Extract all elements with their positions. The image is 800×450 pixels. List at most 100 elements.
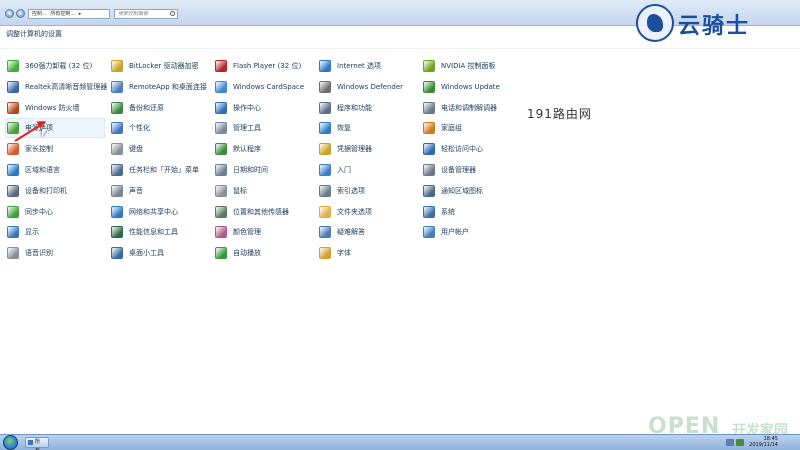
control-panel-item-label: 性能信息和工具 [129, 228, 178, 237]
address-segment[interactable]: 所有控制... [50, 11, 75, 17]
taskbar-window-button[interactable]: 所有... [25, 437, 49, 450]
control-panel-item[interactable]: 家庭组 [422, 119, 522, 137]
control-panel-item[interactable]: Realtek高清晰音频管理器 [6, 78, 108, 96]
control-panel-item[interactable]: 网络和共享中心 [110, 203, 210, 221]
backup-icon [111, 101, 123, 114]
control-panel-item[interactable]: 区域和语言 [6, 161, 106, 179]
control-panel-item-label: Realtek高清晰音频管理器 [25, 82, 108, 91]
troubleshoot-icon [319, 226, 331, 239]
control-panel-item-label: 键盘 [129, 145, 143, 154]
control-panel-item[interactable]: Windows CardSpace [214, 78, 314, 96]
control-panel-item-label: Windows 防火墙 [25, 103, 80, 112]
control-panel-item[interactable]: 通知区域图标 [422, 182, 522, 200]
control-panel-item[interactable]: 同步中心 [6, 203, 106, 221]
control-panel-item[interactable]: Internet 选项 [318, 57, 418, 75]
control-panel-item[interactable]: 显示 [6, 223, 106, 241]
mouse-icon [215, 184, 227, 197]
address-segment[interactable]: 控制... [32, 11, 47, 17]
forward-icon[interactable]: ▸ [16, 9, 25, 18]
page-title: 调整计算机的设置 [6, 30, 62, 38]
site-watermark: 191路由网 [527, 107, 592, 121]
personalize-icon [111, 122, 123, 135]
credential-icon [319, 143, 331, 156]
control-panel-item[interactable]: 日期和时间 [214, 161, 314, 179]
recovery-icon [319, 122, 331, 135]
address-bar[interactable]: 控制... 所有控制... ▸ [28, 9, 110, 19]
control-panel-item[interactable]: 操作中心 [214, 99, 314, 117]
index-icon [319, 184, 331, 197]
control-panel-item[interactable]: 键盘 [110, 140, 210, 158]
control-panel-item[interactable]: 恢复 [318, 119, 418, 137]
control-panel-item[interactable]: 鼠标 [214, 182, 314, 200]
control-panel-item[interactable]: Windows Defender [318, 78, 418, 96]
control-panel-item[interactable]: 颜色管理 [214, 223, 314, 241]
control-panel-item[interactable]: 设备管理器 [422, 161, 522, 179]
back-icon[interactable]: ◂ [5, 9, 14, 18]
address-segment[interactable]: ▸ [79, 11, 82, 17]
speech-icon [7, 247, 19, 260]
control-panel-item[interactable]: 轻松访问中心 [422, 140, 522, 158]
control-panel-item[interactable]: 设备和打印机 [6, 182, 106, 200]
control-panel-item[interactable]: 性能信息和工具 [110, 223, 210, 241]
control-panel-item-label: 凭据管理器 [337, 145, 372, 154]
control-panel-item-label: 程序和功能 [337, 103, 372, 112]
network-tray-icon[interactable] [726, 439, 734, 446]
control-panel-item-label: 鼠标 [233, 186, 247, 195]
audio-icon [7, 80, 19, 93]
control-panel-item[interactable]: 360强力卸载 (32 位) [6, 57, 106, 75]
control-panel-item[interactable]: 索引选项 [318, 182, 418, 200]
control-panel-item[interactable]: 语音识别 [6, 244, 106, 262]
control-panel-item[interactable]: 入门 [318, 161, 418, 179]
control-panel-item[interactable]: Windows Update [422, 78, 522, 96]
getting-started-icon [319, 164, 331, 176]
action-center-icon [215, 101, 227, 114]
control-panel-grid: 360强力卸载 (32 位) BitLocker 驱动器加密 Flash Playe… [0, 57, 520, 267]
control-panel-item[interactable]: 备份和还原 [110, 99, 210, 117]
control-panel-item[interactable]: 管理工具 [214, 119, 314, 137]
search-icon[interactable] [170, 11, 175, 16]
internet-icon [319, 60, 331, 72]
control-panel-item-label: 文件夹选项 [337, 207, 372, 216]
control-panel-item[interactable]: 家长控制 [6, 140, 106, 158]
control-panel-item[interactable]: 用户帐户 [422, 223, 522, 241]
control-panel-item[interactable]: 程序和功能 [318, 99, 418, 117]
control-panel-item-label: 管理工具 [233, 124, 261, 133]
control-panel-item[interactable]: Flash Player (32 位) [214, 57, 314, 75]
control-panel-item[interactable]: RemoteApp 和桌面连接 [110, 78, 210, 96]
control-panel-item[interactable]: 个性化 [110, 119, 210, 137]
device-manager-icon [423, 164, 435, 176]
control-panel-item[interactable]: 自动播放 [214, 244, 314, 262]
control-panel-item[interactable]: 默认程序 [214, 140, 314, 158]
control-panel-item[interactable]: 疑难解答 [318, 223, 418, 241]
search-input[interactable]: 搜索控制面板 [114, 9, 178, 19]
control-panel-item-label: NVIDIA 控制面板 [441, 62, 496, 70]
admin-tools-icon [215, 122, 227, 135]
start-button[interactable] [3, 435, 18, 450]
control-panel-item-label: 用户帐户 [441, 228, 469, 237]
uninstall-icon [7, 60, 19, 72]
control-panel-item[interactable]: 任务栏和「开始」菜单 [110, 161, 210, 179]
control-panel-item[interactable]: 位置和其他传感器 [214, 203, 314, 221]
nvidia-icon [423, 60, 435, 72]
control-panel-item[interactable]: 电话和调制解调器 [422, 99, 522, 117]
control-panel-item[interactable]: NVIDIA 控制面板 [422, 57, 522, 75]
control-panel-item[interactable]: 文件夹选项 [318, 203, 418, 221]
volume-tray-icon[interactable] [736, 439, 744, 446]
autoplay-icon [215, 247, 227, 260]
clock[interactable]: 18:45 2019/11/14 [749, 436, 778, 448]
knight-logo-icon [636, 4, 674, 42]
control-panel-item-label: 网络和共享中心 [129, 207, 178, 216]
control-panel-item-label: 索引选项 [337, 186, 365, 195]
control-panel-item[interactable]: 系统 [422, 203, 522, 221]
control-panel-item-label: 日期和时间 [233, 166, 268, 174]
control-panel-item[interactable]: 凭据管理器 [318, 140, 418, 158]
ease-access-icon [423, 143, 435, 156]
control-panel-item-label: 字体 [337, 249, 351, 258]
control-panel-item-label: 声音 [129, 186, 143, 195]
control-panel-item[interactable]: 声音 [110, 182, 210, 200]
control-panel-item[interactable]: BitLocker 驱动器加密 [110, 57, 210, 75]
control-panel-item[interactable]: 字体 [318, 244, 418, 262]
control-panel-item-label: 区域和语言 [25, 166, 60, 174]
control-panel-item[interactable]: Windows 防火墙 [6, 99, 106, 117]
control-panel-item[interactable]: 桌面小工具 [110, 244, 210, 262]
